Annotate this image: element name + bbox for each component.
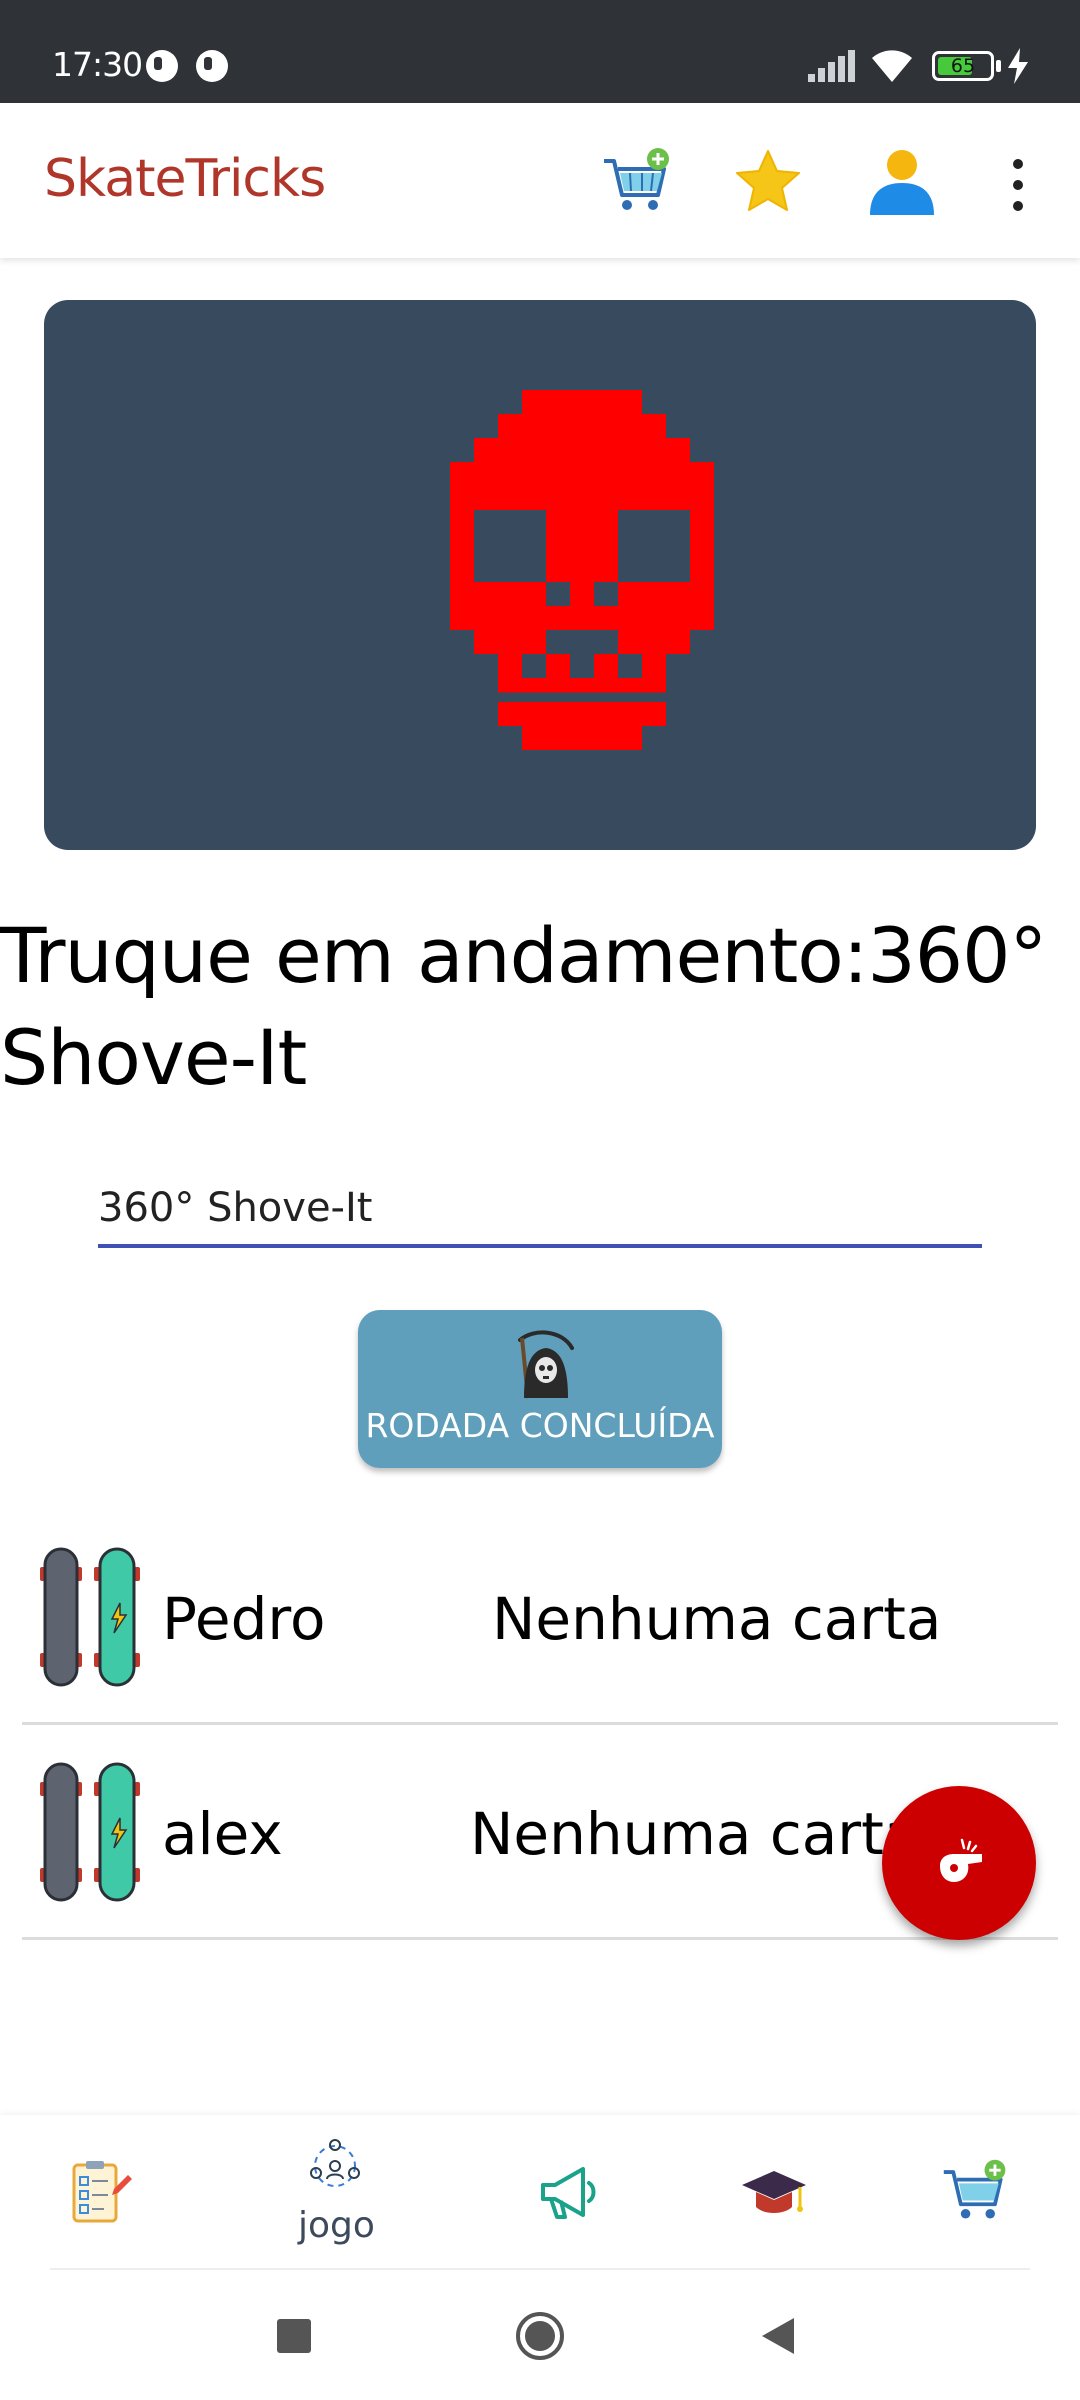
status-bar: 17:30 65 bbox=[0, 0, 1080, 103]
battery-cap bbox=[996, 60, 1001, 72]
player-name: Pedro bbox=[162, 1585, 326, 1653]
round-complete-label: RODADA CONCLUÍDA bbox=[365, 1406, 715, 1445]
graduation-cap-icon bbox=[742, 2171, 806, 2213]
status-time: 17:30 bbox=[52, 45, 143, 84]
pixel-skull-icon bbox=[450, 390, 714, 750]
nav-label-game: jogo bbox=[298, 2205, 375, 2246]
system-navigation bbox=[0, 2270, 1080, 2400]
player-cards: Nenhuma carta bbox=[470, 1800, 920, 1868]
battery-level: 65 bbox=[950, 55, 976, 77]
nav-item-shop[interactable] bbox=[910, 2115, 1040, 2270]
trick-input[interactable] bbox=[98, 1170, 982, 1245]
nav-item-game[interactable]: jogo bbox=[270, 2115, 400, 2270]
notification-icon bbox=[146, 50, 178, 82]
hero-card bbox=[44, 300, 1036, 850]
player-cards: Nenhuma carta bbox=[492, 1585, 942, 1653]
input-underline bbox=[98, 1244, 982, 1248]
round-complete-button[interactable]: RODADA CONCLUÍDA bbox=[358, 1310, 722, 1468]
group-icon bbox=[310, 2139, 360, 2187]
add-to-cart-icon bbox=[943, 2159, 1006, 2219]
recent-apps-icon[interactable] bbox=[276, 2318, 312, 2354]
star-icon[interactable] bbox=[730, 143, 806, 219]
app-bar: SkateTricks bbox=[0, 103, 1080, 258]
player-row[interactable]: Pedro Nenhuma carta bbox=[22, 1510, 1058, 1725]
charging-icon bbox=[1008, 48, 1028, 84]
nav-item-learn[interactable] bbox=[710, 2115, 840, 2270]
bottom-navigation: jogo bbox=[0, 2115, 1080, 2270]
more-vert-icon[interactable] bbox=[1000, 155, 1036, 215]
checklist-icon bbox=[72, 2161, 132, 2223]
app-title: SkateTricks bbox=[44, 149, 326, 209]
trick-title: Truque em andamento:360° Shove-It bbox=[0, 911, 1047, 1102]
back-icon[interactable] bbox=[760, 2316, 796, 2356]
player-name: alex bbox=[162, 1800, 283, 1868]
home-icon[interactable] bbox=[514, 2310, 566, 2362]
wifi-icon bbox=[872, 50, 912, 82]
nav-item-checklist[interactable] bbox=[40, 2115, 170, 2270]
grim-reaper-icon bbox=[518, 1330, 574, 1399]
trick-input-field bbox=[98, 1170, 982, 1250]
whistle-icon bbox=[940, 1838, 982, 1882]
user-icon[interactable] bbox=[864, 143, 940, 219]
nav-item-announcements[interactable] bbox=[505, 2115, 635, 2270]
whistle-fab[interactable] bbox=[882, 1786, 1036, 1940]
skateboards-icon bbox=[40, 1547, 140, 1687]
battery-icon: 65 bbox=[932, 51, 994, 81]
signal-icon bbox=[808, 50, 858, 82]
megaphone-icon bbox=[541, 2167, 596, 2219]
skateboards-icon bbox=[40, 1762, 140, 1902]
add-to-cart-icon[interactable] bbox=[600, 143, 676, 219]
notification-icon bbox=[196, 50, 228, 82]
